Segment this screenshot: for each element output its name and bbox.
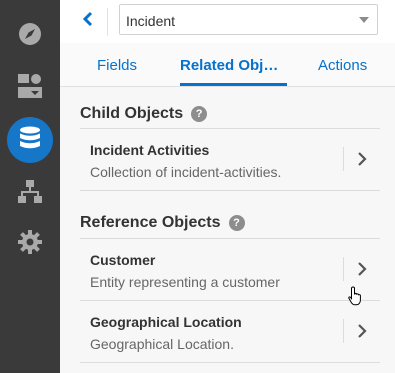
child-objects-title: Child Objects [80, 105, 184, 122]
item-divider [343, 257, 344, 281]
hand-cursor-icon [348, 286, 364, 311]
rail-button-data[interactable] [5, 115, 55, 165]
navigation-rail [0, 0, 60, 373]
item-title: Customer [90, 252, 156, 268]
rail-button-application[interactable] [5, 63, 55, 113]
tab-actions[interactable]: Actions [318, 43, 367, 86]
related-objects-content: Child Objects ? Incident Activities Coll… [60, 87, 395, 373]
back-button[interactable] [77, 10, 99, 32]
header-divider [107, 8, 108, 36]
tab-fields[interactable]: Fields [97, 43, 137, 86]
hierarchy-icon [17, 179, 43, 210]
chevron-left-icon [82, 11, 94, 32]
list-item-incident-activities[interactable]: Incident Activities Collection of incide… [80, 128, 380, 191]
list-item-geographical-location[interactable]: Geographical Location Geographical Locat… [80, 300, 380, 363]
active-indicator [7, 117, 53, 163]
help-icon[interactable]: ? [191, 106, 208, 122]
panel-header: Incident [60, 0, 395, 43]
item-title: Geographical Location [90, 314, 242, 330]
compass-icon [17, 21, 43, 52]
rail-button-explore[interactable] [5, 11, 55, 61]
object-select-value: Incident [126, 13, 176, 29]
chevron-right-icon[interactable] [352, 257, 372, 281]
reference-objects-heading: Reference Objects ? [80, 214, 245, 232]
item-description: Collection of incident-activities. [90, 164, 282, 180]
list-item-customer[interactable]: Customer Entity representing a customer [80, 238, 380, 300]
layout-icon [17, 73, 43, 104]
rail-button-integrations[interactable] [5, 169, 55, 219]
item-divider [343, 147, 344, 171]
chevron-right-icon[interactable] [352, 319, 372, 343]
item-title: Incident Activities [90, 142, 210, 158]
reference-objects-title: Reference Objects [80, 214, 221, 231]
item-divider [343, 319, 344, 343]
object-select[interactable]: Incident [119, 4, 378, 35]
child-objects-heading: Child Objects ? [80, 105, 208, 123]
help-icon[interactable]: ? [228, 215, 245, 231]
item-description: Entity representing a customer [90, 274, 280, 290]
gear-icon [17, 229, 43, 260]
tab-bar: Fields Related Obj… Actions [60, 43, 395, 87]
chevron-right-icon[interactable] [352, 147, 372, 171]
object-panel: Incident Fields Related Obj… Actions Chi… [60, 0, 395, 373]
caret-down-icon [359, 17, 369, 23]
rail-button-settings[interactable] [5, 219, 55, 269]
database-icon [19, 126, 41, 155]
item-description: Geographical Location. [90, 336, 234, 352]
tab-related-objects[interactable]: Related Obj… [180, 43, 287, 86]
